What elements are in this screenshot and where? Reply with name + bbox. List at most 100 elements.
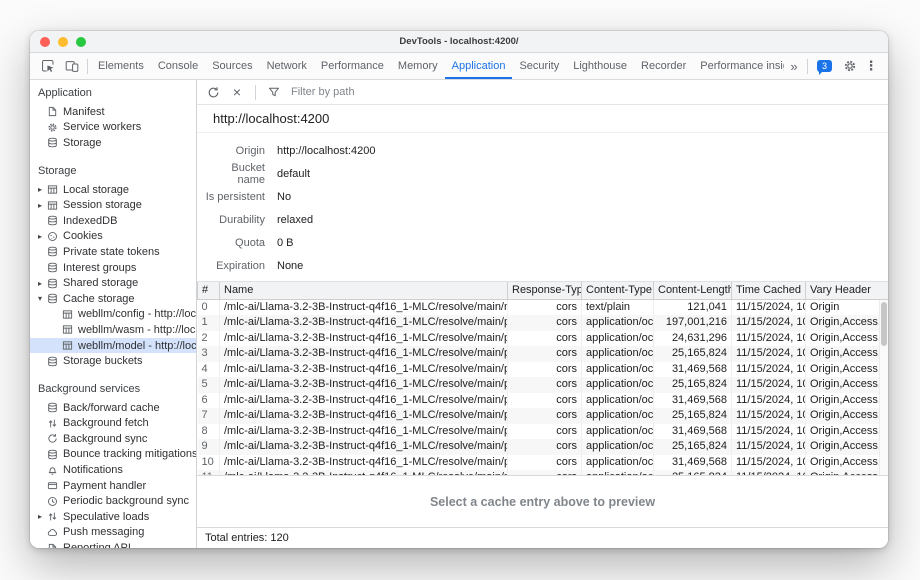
tab-security[interactable]: Security <box>512 53 566 79</box>
table-row[interactable]: 5 /mlc-ai/Llama-3.2-3B-Instruct-q4f16_1-… <box>198 377 889 393</box>
cell-index: 0 <box>198 299 220 315</box>
sidebar-item-cache-storage[interactable]: Cache storage <box>30 291 196 307</box>
sidebar-item-storage-buckets[interactable]: Storage buckets <box>30 353 196 369</box>
column-header[interactable]: Response-Type <box>508 282 582 299</box>
expander-icon[interactable] <box>35 201 45 210</box>
table-row[interactable]: 10 /mlc-ai/Llama-3.2-3B-Instruct-q4f16_1… <box>198 455 889 471</box>
tab-application[interactable]: Application <box>445 53 513 79</box>
filter-by-path-input[interactable] <box>289 85 589 99</box>
table-icon <box>45 184 59 195</box>
cell-response-type: cors <box>508 455 582 471</box>
sidebar-item-background-sync[interactable]: Background sync <box>30 431 196 447</box>
tab-console[interactable]: Console <box>151 53 205 79</box>
expander-icon[interactable] <box>35 185 45 194</box>
cache-origin-title: http://localhost:4200 <box>197 105 888 133</box>
zoom-button[interactable] <box>76 37 86 47</box>
sidebar-item-label: Cookies <box>63 230 103 242</box>
sidebar-item-periodic-background-sync[interactable]: Periodic background sync <box>30 493 196 509</box>
minimize-button[interactable] <box>58 37 68 47</box>
inspect-icon[interactable] <box>36 53 60 79</box>
table-row[interactable]: 6 /mlc-ai/Llama-3.2-3B-Instruct-q4f16_1-… <box>198 393 889 409</box>
table-row[interactable]: 3 /mlc-ai/Llama-3.2-3B-Instruct-q4f16_1-… <box>198 346 889 362</box>
sidebar-item-cookies[interactable]: Cookies <box>30 229 196 245</box>
preview-placeholder: Select a cache entry above to preview <box>197 475 888 527</box>
scrollbar-thumb[interactable] <box>881 302 887 346</box>
cell-content-type: application/oc... <box>582 455 654 471</box>
column-header[interactable]: Vary Header <box>806 282 889 299</box>
table-row[interactable]: 2 /mlc-ai/Llama-3.2-3B-Instruct-q4f16_1-… <box>198 331 889 347</box>
expander-icon[interactable] <box>35 512 45 521</box>
sidebar-item-indexeddb[interactable]: IndexedDB <box>30 213 196 229</box>
expander-icon[interactable] <box>35 279 45 288</box>
kebab-menu-icon[interactable]: ⋮ <box>862 58 880 74</box>
tab-performance[interactable]: Performance <box>314 53 391 79</box>
sidebar-item-private-state-tokens[interactable]: Private state tokens <box>30 244 196 260</box>
column-header[interactable]: Content-Length <box>654 282 732 299</box>
sidebar-item-session-storage[interactable]: Session storage <box>30 197 196 213</box>
tab-lighthouse[interactable]: Lighthouse <box>566 53 634 79</box>
sidebar-item-service-workers[interactable]: Service workers <box>30 120 196 136</box>
table-header-row: #NameResponse-TypeContent-TypeContent-Le… <box>198 282 889 299</box>
cell-time-cached: 11/15/2024, 10... <box>732 315 806 331</box>
expander-icon[interactable] <box>35 294 45 303</box>
column-header[interactable]: Name <box>220 282 508 299</box>
sidebar-item-speculative-loads[interactable]: Speculative loads <box>30 509 196 525</box>
cell-content-type: text/plain <box>582 299 654 315</box>
sidebar-item-label: Background sync <box>63 433 147 445</box>
expander-icon[interactable] <box>35 232 45 241</box>
issues-bubble-icon[interactable]: 3 <box>817 60 832 72</box>
close-button[interactable] <box>40 37 50 47</box>
sidebar-item-bounce-tracking-mitigations[interactable]: Bounce tracking mitigations <box>30 447 196 463</box>
panel-tabs: Elements Console Sources Network Perform… <box>91 53 784 79</box>
tab-label: Security <box>519 60 559 72</box>
gear-icon[interactable] <box>838 59 862 73</box>
column-header[interactable]: Content-Type <box>582 282 654 299</box>
sidebar-item-interest-groups[interactable]: Interest groups <box>30 260 196 276</box>
clear-icon[interactable] <box>228 85 246 99</box>
tab-elements[interactable]: Elements <box>91 53 151 79</box>
sidebar-item-label: Payment handler <box>63 480 146 492</box>
metadata-label: Bucket name <box>205 162 265 186</box>
sidebar-item-background-fetch[interactable]: Background fetch <box>30 416 196 432</box>
more-tabs-icon[interactable]: » <box>784 59 804 74</box>
sidebar-item-reporting-api[interactable]: Reporting API <box>30 540 196 548</box>
table-row[interactable]: 9 /mlc-ai/Llama-3.2-3B-Instruct-q4f16_1-… <box>198 439 889 455</box>
tab-recorder[interactable]: Recorder <box>634 53 693 79</box>
table-row[interactable]: 8 /mlc-ai/Llama-3.2-3B-Instruct-q4f16_1-… <box>198 424 889 440</box>
sidebar-item-push-messaging[interactable]: Push messaging <box>30 525 196 541</box>
table-row[interactable]: 7 /mlc-ai/Llama-3.2-3B-Instruct-q4f16_1-… <box>198 408 889 424</box>
cell-vary-header: Origin,Access... <box>806 424 889 440</box>
sidebar-item-webllm-config-http-loc[interactable]: webllm/config - http://loc... <box>30 307 196 323</box>
cell-name: /mlc-ai/Llama-3.2-3B-Instruct-q4f16_1-ML… <box>220 408 508 424</box>
tab-sources[interactable]: Sources <box>205 53 259 79</box>
sidebar-item-label: Back/forward cache <box>63 402 160 414</box>
cell-name: /mlc-ai/Llama-3.2-3B-Instruct-q4f16_1-ML… <box>220 377 508 393</box>
refresh-icon[interactable] <box>204 86 222 99</box>
metadata-row-bucket-name: Bucket name default <box>205 162 888 185</box>
sidebar-item-payment-handler[interactable]: Payment handler <box>30 478 196 494</box>
tab-network[interactable]: Network <box>260 53 314 79</box>
cell-name: /mlc-ai/Llama-3.2-3B-Instruct-q4f16_1-ML… <box>220 362 508 378</box>
metadata-value: relaxed <box>277 214 313 226</box>
column-header[interactable]: Time Cached <box>732 282 806 299</box>
sidebar-item-storage[interactable]: Storage <box>30 135 196 151</box>
table-row[interactable]: 4 /mlc-ai/Llama-3.2-3B-Instruct-q4f16_1-… <box>198 362 889 378</box>
metadata-row-expiration: Expiration None <box>205 254 888 277</box>
table-row[interactable]: 1 /mlc-ai/Llama-3.2-3B-Instruct-q4f16_1-… <box>198 315 889 331</box>
sidebar-item-shared-storage[interactable]: Shared storage <box>30 275 196 291</box>
sidebar-item-webllm-wasm-http-loca[interactable]: webllm/wasm - http://loca... <box>30 322 196 338</box>
document-icon <box>45 543 59 548</box>
table-icon <box>60 309 74 320</box>
cache-toolbar <box>197 80 888 105</box>
tab-performance-insights[interactable]: Performance insights <box>693 53 784 79</box>
tab-memory[interactable]: Memory <box>391 53 445 79</box>
sidebar-item-back-forward-cache[interactable]: Back/forward cache <box>30 400 196 416</box>
sidebar-item-webllm-model-http-loc[interactable]: webllm/model - http://loc... <box>30 338 196 354</box>
table-row[interactable]: 11 /mlc-ai/Llama-3.2-3B-Instruct-q4f16_1… <box>198 470 889 475</box>
sidebar-item-local-storage[interactable]: Local storage <box>30 182 196 198</box>
sidebar-item-notifications[interactable]: Notifications <box>30 462 196 478</box>
column-header[interactable]: # <box>198 282 220 299</box>
table-row[interactable]: 0 /mlc-ai/Llama-3.2-3B-Instruct-q4f16_1-… <box>198 299 889 315</box>
sidebar-item-manifest[interactable]: Manifest <box>30 104 196 120</box>
device-toolbar-icon[interactable] <box>60 53 84 79</box>
